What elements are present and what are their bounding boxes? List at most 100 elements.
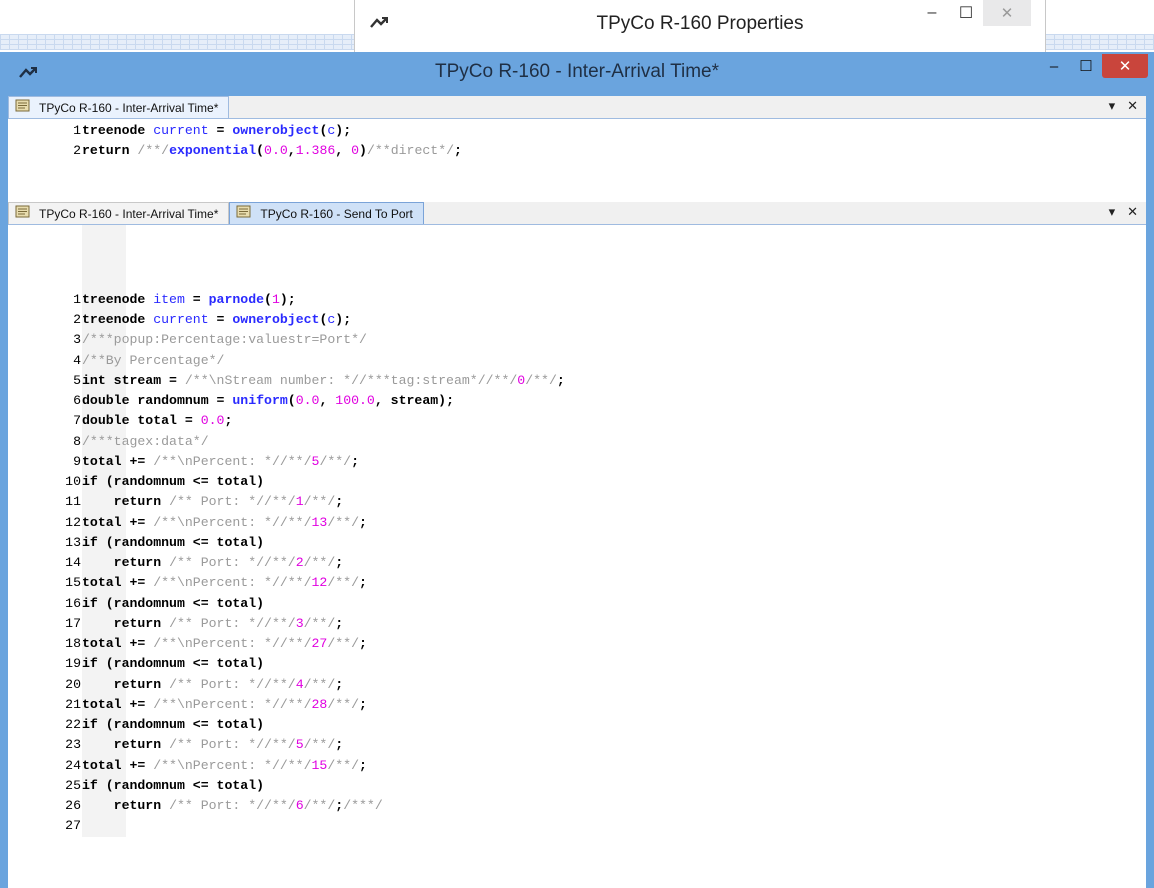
code-text: double total = 0.0; <box>81 413 232 428</box>
line-number: 21 <box>65 696 81 712</box>
code-line[interactable]: 2return /**/exponential(0.0,1.386, 0)/**… <box>44 141 1146 161</box>
code-token: 1.386 <box>295 143 336 159</box>
code-line[interactable]: 1treenode current = ownerobject(c); <box>44 121 1146 141</box>
line-number: 1 <box>73 291 81 307</box>
code-line[interactable]: 11 return /** Port: *//**/1/**/; <box>44 492 1146 512</box>
code-token: 0.0 <box>295 393 320 408</box>
code-token: ; <box>335 798 344 813</box>
code-line[interactable]: 24total += /**\nPercent: *//**/15/**/; <box>44 756 1146 776</box>
background-hatch <box>1045 34 1154 50</box>
code-token: /**/ <box>525 372 557 388</box>
code-line[interactable]: 14 return /** Port: *//**/2/**/; <box>44 553 1146 573</box>
code-line[interactable]: 20 return /** Port: *//**/4/**/; <box>44 675 1146 695</box>
code-line[interactable]: 25if (randomnum <= total) <box>44 776 1146 796</box>
code-token: /**direct*/ <box>366 143 455 159</box>
code-line[interactable]: 4/**By Percentage*/ <box>44 351 1146 371</box>
code-text: /***popup:Percentage:valuestr=Port*/ <box>81 332 367 347</box>
line-number: 14 <box>65 555 81 570</box>
code-line[interactable]: 12total += /**\nPercent: *//**/13/**/; <box>44 513 1146 533</box>
code-token: /** Port: *//**/ <box>169 676 296 692</box>
tab-label: TPyCo R-160 - Inter-Arrival Time* <box>39 100 219 115</box>
code-line[interactable]: 3/***popup:Percentage:valuestr=Port*/ <box>44 330 1146 350</box>
line-number: 19 <box>65 656 81 672</box>
code-token: total += <box>82 757 154 773</box>
window-titlebar[interactable]: TPyCo R-160 - Inter-Arrival Time* – ☐ ✕ <box>0 52 1154 92</box>
close-icon[interactable]: ✕ <box>1127 98 1138 114</box>
code-text: if (randomnum <= total) <box>81 656 264 671</box>
code-editor[interactable]: 1treenode item = parnode(1); 2treenode cu… <box>44 225 1146 837</box>
code-token: if (randomnum <= total) <box>82 777 265 793</box>
code-token: ownerobject <box>232 312 320 327</box>
code-token: treenode <box>82 123 154 138</box>
code-token: 3 <box>295 615 304 631</box>
code-token: return <box>82 555 170 570</box>
code-line[interactable]: 23 return /** Port: *//**/5/**/; <box>44 735 1146 755</box>
code-token: /**\nPercent: *//**/ <box>153 757 312 773</box>
code-text: treenode item = parnode(1); <box>81 292 296 307</box>
code-editor[interactable]: 1treenode current = ownerobject(c); 2retu… <box>44 119 1146 162</box>
code-line[interactable]: 27 <box>44 816 1146 836</box>
code-line[interactable]: 15total += /**\nPercent: *//**/12/**/; <box>44 573 1146 593</box>
code-token: ownerobject <box>232 123 320 138</box>
code-line[interactable]: 1treenode item = parnode(1); <box>44 290 1146 310</box>
code-line[interactable]: 10if (randomnum <= total) <box>44 472 1146 492</box>
minimize-button[interactable]: – <box>1038 54 1070 78</box>
chevron-down-icon[interactable]: ▾ <box>1109 204 1116 220</box>
code-token: 15 <box>311 757 328 773</box>
line-number: 9 <box>73 453 81 469</box>
code-line[interactable]: 21total += /**\nPercent: *//**/28/**/; <box>44 695 1146 715</box>
code-token: 0.0 <box>200 413 225 429</box>
code-token: item <box>153 291 185 307</box>
code-text: return /** Port: *//**/4/**/; <box>81 676 344 692</box>
line-number: 1 <box>73 123 81 138</box>
tab-inter-arrival-time[interactable]: TPyCo R-160 - Inter-Arrival Time* <box>8 202 230 224</box>
code-token: if (randomnum <= total) <box>82 656 265 672</box>
code-editor-window[interactable]: TPyCo R-160 - Inter-Arrival Time* – ☐ ✕ … <box>0 52 1154 888</box>
code-text: double randomnum = uniform(0.0, 100.0, s… <box>81 393 454 408</box>
code-line[interactable]: 16if (randomnum <= total) <box>44 594 1146 614</box>
close-button[interactable]: ✕ <box>983 0 1031 26</box>
code-token: return <box>82 143 138 159</box>
code-token: double randomnum = <box>82 393 233 408</box>
line-number: 26 <box>65 798 81 813</box>
close-button[interactable]: ✕ <box>1102 54 1148 78</box>
code-token: 100.0 <box>335 393 375 408</box>
minimize-button[interactable]: – <box>915 0 949 26</box>
line-number: 10 <box>65 474 81 489</box>
code-line[interactable]: 8/***tagex:data*/ <box>44 432 1146 452</box>
code-token: ; <box>224 413 233 429</box>
flexsim-app-icon <box>369 14 389 36</box>
code-token: return <box>82 798 170 813</box>
code-line[interactable]: 13if (randomnum <= total) <box>44 533 1146 553</box>
code-line[interactable]: 26 return /** Port: *//**/6/**/;/***/ <box>44 796 1146 816</box>
code-line[interactable]: 22if (randomnum <= total) <box>44 715 1146 735</box>
chevron-down-icon[interactable]: ▾ <box>1109 98 1116 114</box>
line-number: 20 <box>65 676 81 692</box>
code-line[interactable]: 17 return /** Port: *//**/3/**/; <box>44 614 1146 634</box>
code-line[interactable]: 19if (randomnum <= total) <box>44 654 1146 674</box>
maximize-button[interactable]: ☐ <box>949 0 983 26</box>
properties-window[interactable]: TPyCo R-160 Properties – ☐ ✕ <box>354 0 1046 59</box>
line-number: 24 <box>65 757 81 773</box>
code-line[interactable]: 5int stream = /**\nStream number: *//***… <box>44 371 1146 391</box>
code-line[interactable]: 2treenode current = ownerobject(c); <box>44 310 1146 330</box>
line-number: 8 <box>73 433 81 449</box>
tab-send-to-port[interactable]: TPyCo R-160 - Send To Port <box>229 202 424 224</box>
code-token: , <box>335 143 352 159</box>
code-token: ; <box>335 737 344 753</box>
code-token: ; <box>359 514 367 530</box>
code-line[interactable]: 7double total = 0.0; <box>44 411 1146 431</box>
line-number: 18 <box>65 636 81 651</box>
code-token: ( <box>264 291 272 307</box>
tab-label: TPyCo R-160 - Send To Port <box>260 206 413 221</box>
code-line[interactable]: 6double randomnum = uniform(0.0, 100.0, … <box>44 391 1146 411</box>
properties-titlebar[interactable]: TPyCo R-160 Properties – ☐ ✕ <box>355 0 1045 48</box>
line-number: 2 <box>73 312 81 327</box>
tab-inter-arrival-time[interactable]: TPyCo R-160 - Inter-Arrival Time* <box>8 96 230 118</box>
maximize-button[interactable]: ☐ <box>1070 54 1102 78</box>
code-token: return <box>82 676 170 692</box>
close-icon[interactable]: ✕ <box>1127 204 1138 220</box>
code-line[interactable]: 18total += /**\nPercent: *//**/27/**/; <box>44 634 1146 654</box>
code-line[interactable]: 9total += /**\nPercent: *//**/5/**/; <box>44 452 1146 472</box>
